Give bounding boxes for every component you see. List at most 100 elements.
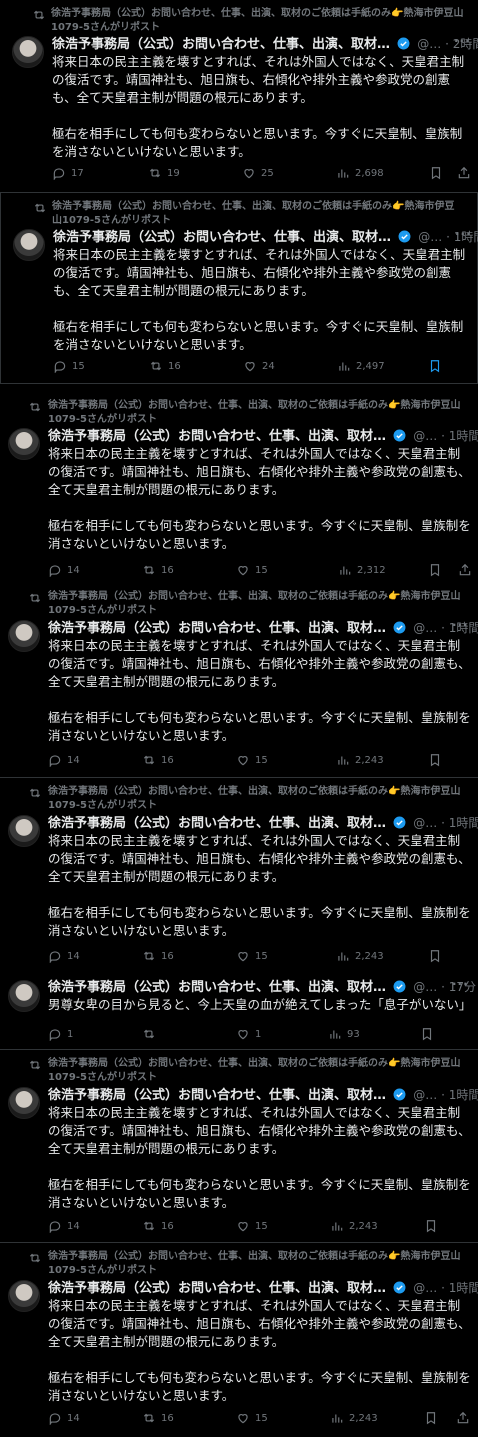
avatar[interactable] — [8, 620, 40, 652]
repost-count: 16 — [161, 950, 174, 962]
bookmark-button[interactable] — [428, 752, 442, 768]
avatar[interactable] — [8, 428, 40, 460]
tweet-card[interactable]: 徐浩予事務局（公式）お問い合わせ、仕事、出演、取材… @… · 17分 ··· … — [0, 970, 478, 1050]
author-handle[interactable]: @… — [417, 37, 441, 51]
like-button[interactable]: 1 — [236, 1026, 261, 1042]
repost-button[interactable]: 16 — [142, 1218, 174, 1234]
bookmark-button[interactable] — [424, 1410, 438, 1426]
bookmark-button[interactable] — [429, 165, 443, 181]
reply-button[interactable]: 1 — [48, 1026, 73, 1042]
reply-icon — [49, 1029, 61, 1041]
repost-icon — [29, 1253, 41, 1263]
tweet-card[interactable]: 徐浩予事務局（公式）お問い合わせ、仕事、出演、取材のご依頼は手紙のみ👉熱海市伊豆… — [0, 392, 478, 584]
post-time[interactable]: 1時間 — [449, 429, 478, 443]
repost-icon — [29, 1060, 41, 1070]
views-icon — [340, 566, 351, 575]
author-name[interactable]: 徐浩予事務局（公式）お問い合わせ、仕事、出演、取材… — [48, 621, 386, 636]
repost-icon — [143, 1413, 155, 1423]
avatar[interactable] — [8, 1087, 40, 1119]
avatar[interactable] — [8, 1280, 40, 1312]
bookmark-button[interactable] — [420, 1026, 434, 1042]
avatar[interactable] — [13, 229, 45, 261]
tweet-card[interactable]: 徐浩予事務局（公式）お問い合わせ、仕事、出演、取材のご依頼は手紙のみ👉熱海市伊豆… — [0, 0, 478, 192]
author-handle[interactable]: @… — [413, 621, 437, 635]
more-icon[interactable]: ··· — [454, 34, 471, 48]
author-name[interactable]: 徐浩予事務局（公式）お問い合わせ、仕事、出演、取材… — [48, 1281, 386, 1296]
post-time[interactable]: 1時間 — [449, 1088, 478, 1102]
verified-icon — [397, 37, 410, 50]
reply-button[interactable]: 14 — [48, 562, 80, 578]
author-name[interactable]: 徐浩予事務局（公式）お問い合わせ、仕事、出演、取材… — [52, 37, 390, 52]
repost-button[interactable]: 16 — [142, 948, 174, 964]
reply-count: 15 — [72, 360, 85, 372]
post-time[interactable]: 1時間 — [449, 1281, 478, 1295]
like-count: 15 — [255, 754, 268, 766]
reply-button[interactable]: 14 — [48, 752, 80, 768]
views-button[interactable]: 2,698 — [336, 165, 384, 181]
bookmark-button[interactable] — [428, 358, 442, 374]
like-button[interactable]: 15 — [236, 752, 268, 768]
author-handle[interactable]: @… — [413, 816, 437, 830]
author-handle[interactable]: @… — [413, 1088, 437, 1102]
repost-button[interactable]: 16 — [142, 752, 174, 768]
repost-icon — [34, 203, 46, 213]
views-button[interactable]: 2,243 — [336, 948, 384, 964]
repost-button[interactable]: 16 — [149, 358, 181, 374]
views-button[interactable]: 2,312 — [338, 562, 386, 578]
repost-text: 徐浩予事務局（公式）お問い合わせ、仕事、出演、取材のご依頼は手紙のみ👉熱海市伊豆… — [48, 591, 461, 616]
tweet-card[interactable]: 徐浩予事務局（公式）お問い合わせ、仕事、出演、取材のご依頼は手紙のみ👉熱海市伊豆… — [0, 1051, 478, 1243]
repost-button[interactable]: 16 — [142, 562, 174, 578]
views-button[interactable]: 2,243 — [330, 1218, 378, 1234]
author-handle[interactable]: @… — [413, 429, 437, 443]
reply-button[interactable]: 14 — [48, 948, 80, 964]
like-icon — [238, 756, 248, 766]
reply-button[interactable]: 14 — [48, 1410, 80, 1426]
like-button[interactable]: 24 — [243, 358, 275, 374]
avatar[interactable] — [8, 815, 40, 847]
bookmark-button[interactable] — [424, 1218, 438, 1234]
share-button[interactable] — [457, 165, 471, 181]
like-button[interactable]: 15 — [236, 562, 268, 578]
author-handle[interactable]: @… — [418, 230, 442, 244]
views-button[interactable]: 93 — [328, 1026, 360, 1042]
more-icon[interactable]: ··· — [452, 618, 469, 632]
like-button[interactable]: 15 — [236, 1410, 268, 1426]
repost-button[interactable]: 19 — [148, 165, 180, 181]
more-icon[interactable]: ··· — [455, 227, 472, 241]
views-count: 93 — [347, 1028, 360, 1040]
tweet-card[interactable]: 徐浩予事務局（公式）お問い合わせ、仕事、出演、取材のご依頼は手紙のみ👉熱海市伊豆… — [0, 779, 478, 970]
author-name[interactable]: 徐浩予事務局（公式）お問い合わせ、仕事、出演、取材… — [53, 230, 391, 245]
repost-button[interactable]: 16 — [142, 1410, 174, 1426]
repost-button[interactable] — [142, 1026, 161, 1042]
bookmark-button[interactable] — [428, 562, 442, 578]
author-handle[interactable]: @… — [413, 980, 437, 994]
reply-count: 14 — [67, 1220, 80, 1232]
avatar[interactable] — [8, 980, 40, 1012]
views-button[interactable]: 2,243 — [330, 1410, 378, 1426]
share-button[interactable] — [456, 1410, 470, 1426]
views-button[interactable]: 2,243 — [336, 752, 384, 768]
author-name[interactable]: 徐浩予事務局（公式）お問い合わせ、仕事、出演、取材… — [48, 429, 386, 444]
like-count: 15 — [255, 1412, 268, 1424]
author-name[interactable]: 徐浩予事務局（公式）お問い合わせ、仕事、出演、取材… — [48, 1088, 386, 1103]
views-button[interactable]: 2,497 — [337, 358, 385, 374]
reply-button[interactable]: 15 — [53, 358, 85, 374]
author-name[interactable]: 徐浩予事務局（公式）お問い合わせ、仕事、出演、取材… — [48, 980, 386, 995]
like-button[interactable]: 15 — [236, 948, 268, 964]
tweet-header: 徐浩予事務局（公式）お問い合わせ、仕事、出演、取材… @… · 1時間 — [48, 1086, 478, 1104]
avatar[interactable] — [12, 36, 44, 68]
author-handle[interactable]: @… — [413, 1281, 437, 1295]
reply-button[interactable]: 17 — [52, 165, 84, 181]
share-button[interactable] — [458, 562, 472, 578]
like-button[interactable]: 25 — [242, 165, 274, 181]
tweet-card[interactable]: 徐浩予事務局（公式）お問い合わせ、仕事、出演、取材のご依頼は手紙のみ👉熱海市伊豆… — [0, 1244, 478, 1437]
tweet-card[interactable]: 徐浩予事務局（公式）お問い合わせ、仕事、出演、取材のご依頼は手紙のみ👉熱海市伊豆… — [0, 192, 478, 384]
tweet-card[interactable]: 徐浩予事務局（公式）お問い合わせ、仕事、出演、取材のご依頼は手紙のみ👉熱海市伊豆… — [0, 584, 478, 778]
bookmark-button[interactable] — [428, 948, 442, 964]
author-name[interactable]: 徐浩予事務局（公式）お問い合わせ、仕事、出演、取材… — [48, 816, 386, 831]
like-button[interactable]: 15 — [236, 1218, 268, 1234]
reply-button[interactable]: 14 — [48, 1218, 80, 1234]
more-icon[interactable]: ··· — [452, 977, 469, 991]
post-time[interactable]: 1時間 — [449, 816, 478, 830]
repost-text: 徐浩予事務局（公式）お問い合わせ、仕事、出演、取材のご依頼は手紙のみ👉熱海市伊豆… — [51, 8, 464, 33]
